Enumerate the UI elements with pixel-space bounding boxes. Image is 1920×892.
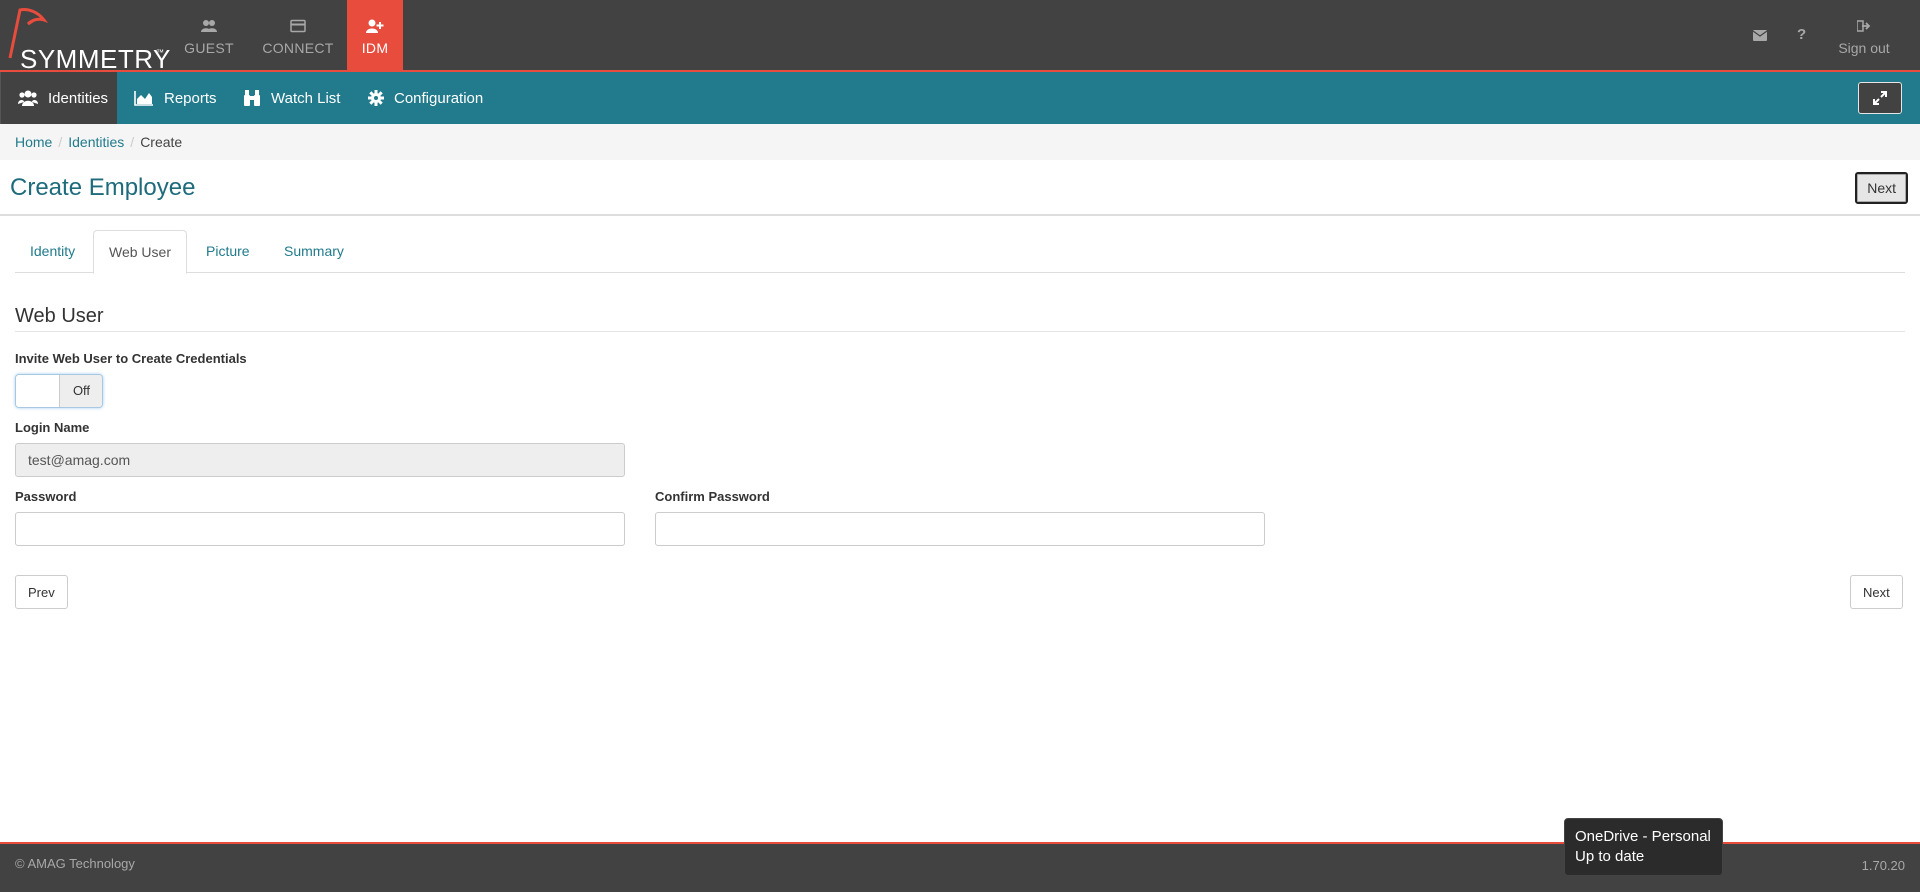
section-title: Web User bbox=[15, 305, 104, 327]
app-tab-idm-label: IDM bbox=[361, 40, 389, 56]
app-tab-connect[interactable]: CONNECT bbox=[256, 0, 340, 70]
nav-configuration[interactable]: Configuration bbox=[368, 72, 483, 124]
logo-text: SYMMETRY bbox=[20, 44, 171, 74]
sign-out-button[interactable]: Sign out bbox=[1830, 0, 1898, 70]
next-button[interactable]: Next bbox=[1850, 575, 1903, 609]
nav-configuration-label: Configuration bbox=[394, 89, 484, 107]
toggle-knob bbox=[16, 375, 60, 407]
breadcrumb-identities[interactable]: Identities bbox=[68, 134, 124, 150]
nav-reports-label: Reports bbox=[164, 89, 217, 107]
nav-watch-list-label: Watch List bbox=[271, 89, 341, 107]
next-button-top[interactable]: Next bbox=[1855, 172, 1908, 204]
gear-icon bbox=[368, 90, 384, 106]
breadcrumb-current: Create bbox=[140, 134, 183, 150]
confirm-password-label: Confirm Password bbox=[655, 489, 770, 504]
tab-summary[interactable]: Summary bbox=[269, 230, 359, 273]
main-nav: Identities Reports Watch List Configurat… bbox=[0, 72, 1920, 124]
password-field[interactable] bbox=[15, 512, 625, 546]
wizard-tabs: Identity Web User Picture Summary bbox=[15, 230, 1905, 274]
user-plus-icon bbox=[366, 19, 384, 33]
page-header: Create Employee Next bbox=[0, 160, 1920, 216]
users-icon bbox=[201, 20, 217, 32]
breadcrumb-home[interactable]: Home bbox=[15, 134, 52, 150]
users-icon bbox=[18, 90, 38, 106]
invite-label: Invite Web User to Create Credentials bbox=[15, 351, 247, 366]
expand-icon bbox=[1873, 91, 1887, 105]
password-label: Password bbox=[15, 489, 77, 504]
page-title: Create Employee bbox=[10, 174, 196, 201]
sign-out-icon bbox=[1857, 20, 1871, 32]
tooltip-status: Up to date bbox=[1575, 848, 1645, 865]
app-tab-guest-label: GUEST bbox=[184, 40, 234, 56]
mail-icon[interactable] bbox=[1753, 30, 1767, 41]
breadcrumb-separator: / bbox=[130, 134, 135, 150]
nav-reports[interactable]: Reports bbox=[134, 72, 217, 124]
top-bar: SYMMETRY ™ GUEST CONNECT IDM ? Sign out bbox=[0, 0, 1920, 74]
app-tab-idm[interactable]: IDM bbox=[347, 0, 403, 70]
credit-card-icon bbox=[290, 19, 306, 33]
prev-button[interactable]: Prev bbox=[15, 575, 68, 609]
app-tab-connect-label: CONNECT bbox=[262, 40, 334, 56]
area-chart-icon bbox=[134, 91, 153, 106]
binoculars-icon bbox=[244, 90, 260, 106]
invite-toggle[interactable]: Off bbox=[15, 374, 103, 408]
login-name-label: Login Name bbox=[15, 420, 90, 435]
footer-copyright: © AMAG Technology bbox=[15, 856, 135, 871]
logo-trademark: ™ bbox=[156, 48, 164, 57]
footer-version: 1.70.20 bbox=[1861, 858, 1905, 873]
fullscreen-button[interactable] bbox=[1858, 82, 1902, 114]
help-icon[interactable]: ? bbox=[1797, 26, 1806, 43]
tab-picture[interactable]: Picture bbox=[191, 230, 265, 273]
onedrive-tooltip: OneDrive - Personal Up to date bbox=[1564, 818, 1723, 876]
section-divider bbox=[15, 331, 1905, 332]
toggle-off-label: Off bbox=[60, 375, 102, 407]
breadcrumb-separator: / bbox=[58, 134, 63, 150]
tab-identity[interactable]: Identity bbox=[15, 230, 90, 273]
confirm-password-field[interactable] bbox=[655, 512, 1265, 546]
tab-web-user[interactable]: Web User bbox=[93, 230, 187, 274]
nav-identities-label: Identities bbox=[48, 89, 109, 107]
symmetry-logo[interactable]: SYMMETRY ™ bbox=[6, 6, 170, 74]
nav-watch-list[interactable]: Watch List bbox=[243, 72, 340, 124]
app-tab-guest[interactable]: GUEST bbox=[176, 0, 242, 70]
sign-out-label: Sign out bbox=[1838, 40, 1890, 56]
breadcrumb: Home / Identities / Create bbox=[0, 124, 1920, 160]
tooltip-title: OneDrive - Personal bbox=[1575, 828, 1711, 845]
nav-identities[interactable]: Identities bbox=[0, 72, 117, 124]
login-name-field[interactable]: test@amag.com bbox=[15, 443, 625, 477]
